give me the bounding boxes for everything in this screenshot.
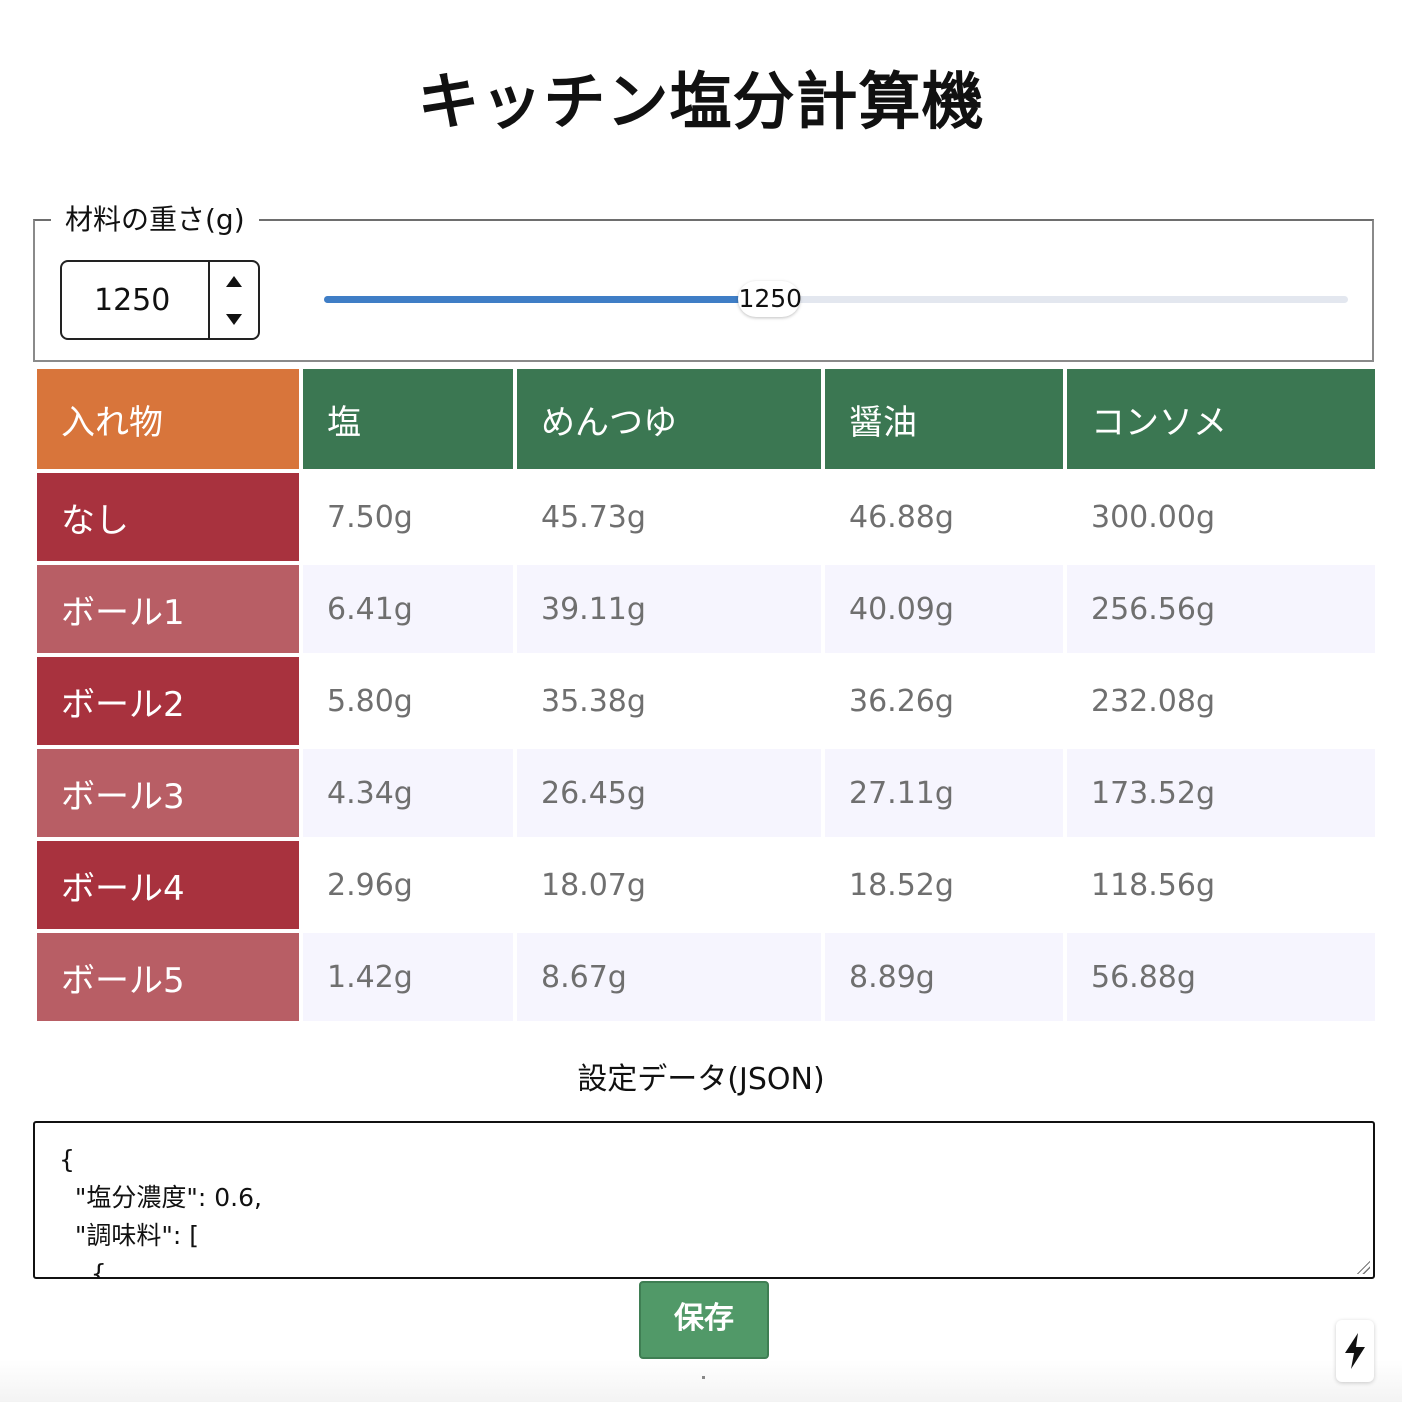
table-row: ボール1 6.41g 39.11g 40.09g 256.56g: [37, 565, 1375, 653]
table-cell: 2.96g: [303, 841, 513, 929]
table-cell: 8.89g: [825, 933, 1063, 1021]
table-cell: 36.26g: [825, 657, 1063, 745]
table-cell: 118.56g: [1067, 841, 1375, 929]
row-label: ボール2: [37, 657, 299, 745]
weight-spinner[interactable]: [208, 262, 258, 338]
table-cell: 6.41g: [303, 565, 513, 653]
table-cell: 173.52g: [1067, 749, 1375, 837]
slider-fill: [324, 296, 770, 303]
cursor-mark: [702, 1376, 705, 1379]
lightning-bolt-icon: [1345, 1333, 1365, 1369]
weight-value[interactable]: 1250: [94, 282, 170, 320]
table-cell: 45.73g: [517, 473, 821, 561]
table-cell: 35.38g: [517, 657, 821, 745]
page-title: キッチン塩分計算機: [417, 65, 985, 138]
table-row: ボール3 4.34g 26.45g 27.11g 173.52g: [37, 749, 1375, 837]
table-cell: 4.34g: [303, 749, 513, 837]
triangle-down-icon: [226, 313, 242, 325]
table-cell: 56.88g: [1067, 933, 1375, 1021]
table-cell: 18.52g: [825, 841, 1063, 929]
json-line: "塩分濃度": 0.6,: [59, 1183, 262, 1212]
row-label: ボール3: [37, 749, 299, 837]
column-header-soy-sauce: 醤油: [825, 369, 1063, 469]
table-cell: 5.80g: [303, 657, 513, 745]
column-header-consomme: コンソメ: [1067, 369, 1375, 469]
table-cell: 232.08g: [1067, 657, 1375, 745]
column-header-salt: 塩: [303, 369, 513, 469]
row-label: ボール1: [37, 565, 299, 653]
table-cell: 27.11g: [825, 749, 1063, 837]
table-cell: 39.11g: [517, 565, 821, 653]
table-header-row: 入れ物 塩 めんつゆ 醤油 コンソメ: [37, 369, 1375, 469]
weight-number-input[interactable]: 1250: [60, 260, 260, 340]
table-row: ボール4 2.96g 18.07g 18.52g 118.56g: [37, 841, 1375, 929]
increment-button[interactable]: [210, 262, 258, 300]
table-cell: 300.00g: [1067, 473, 1375, 561]
weight-slider[interactable]: 1250: [324, 281, 1348, 317]
table-cell: 256.56g: [1067, 565, 1375, 653]
salt-table: 入れ物 塩 めんつゆ 醤油 コンソメ なし 7.50g 45.73g 46.88…: [33, 365, 1379, 1025]
json-section-title: 設定データ(JSON): [577, 1062, 825, 1097]
table-cell: 26.45g: [517, 749, 821, 837]
weight-legend: 材料の重さ(g): [65, 203, 245, 236]
table-cell: 8.67g: [517, 933, 821, 1021]
table-row: ボール5 1.42g 8.67g 8.89g 56.88g: [37, 933, 1375, 1021]
row-label: ボール5: [37, 933, 299, 1021]
table-cell: 7.50g: [303, 473, 513, 561]
table-row: なし 7.50g 45.73g 46.88g 300.00g: [37, 473, 1375, 561]
table-cell: 1.42g: [303, 933, 513, 1021]
decrement-button[interactable]: [210, 300, 258, 338]
json-settings-textarea[interactable]: { "塩分濃度": 0.6, "調味料": [ {: [33, 1121, 1375, 1279]
lightning-bolt-button[interactable]: [1336, 1320, 1374, 1382]
row-label: ボール4: [37, 841, 299, 929]
row-label: なし: [37, 473, 299, 561]
save-button[interactable]: 保存: [639, 1281, 769, 1359]
bottom-fade: [0, 1360, 1402, 1402]
column-header-mentsuyu: めんつゆ: [517, 369, 821, 469]
triangle-up-icon: [226, 275, 242, 287]
json-line: "調味料": [: [59, 1221, 200, 1250]
table-row: ボール2 5.80g 35.38g 36.26g 232.08g: [37, 657, 1375, 745]
table-cell: 18.07g: [517, 841, 821, 929]
json-line: {: [59, 1145, 75, 1174]
json-line: {: [59, 1259, 107, 1279]
table-cell: 46.88g: [825, 473, 1063, 561]
slider-thumb[interactable]: 1250: [738, 281, 802, 317]
resize-handle-icon[interactable]: [1354, 1258, 1370, 1274]
table-cell: 40.09g: [825, 565, 1063, 653]
column-header-container: 入れ物: [37, 369, 299, 469]
